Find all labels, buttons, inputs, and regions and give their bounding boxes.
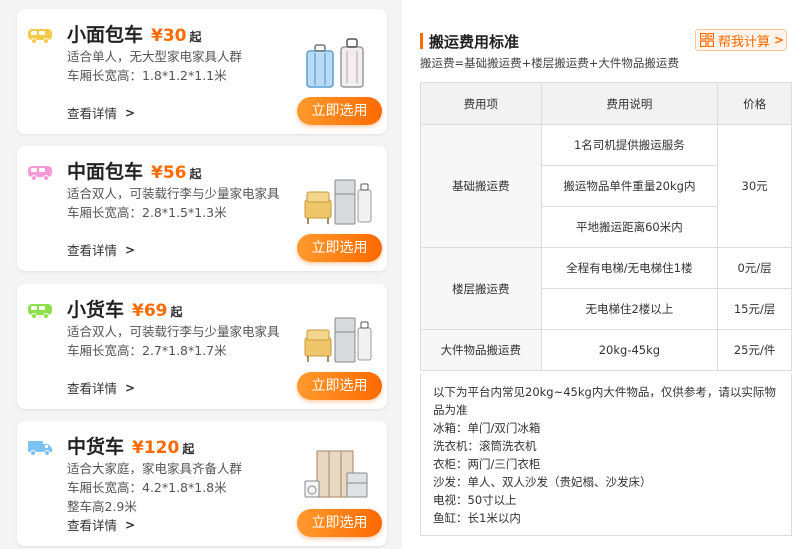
vehicle-description: 适合双人，可装载行李与少量家电家具 车厢长宽高：2.8*1.5*1.3米	[67, 184, 280, 222]
view-details-label: 查看详情	[67, 518, 118, 533]
small-van-icon	[28, 29, 52, 44]
floor-fee-desc: 全程有电梯/无电梯住1楼	[540, 247, 719, 289]
view-details-label: 查看详情	[67, 106, 118, 121]
vehicle-card-medium-van[interactable]: 中面包车 ¥56 起 适合双人，可装载行李与少量家电家具 车厢长宽高：2.8*1…	[17, 146, 387, 271]
floor-fee-desc: 无电梯住2楼以上	[540, 288, 719, 330]
furniture-appliances-icon	[304, 317, 372, 363]
table-row: 基础搬运费 1名司机提供搬运服务 30元	[420, 124, 792, 248]
select-now-button[interactable]: 立即选用	[297, 234, 382, 262]
table-row: 大件物品搬运费 20kg-45kg 25元/件	[420, 329, 792, 371]
vehicle-description: 适合双人，可装载行李与少量家电家具 车厢长宽高：2.7*1.8*1.7米	[67, 322, 280, 360]
vehicle-total-height: 整车高2.9米	[67, 499, 137, 514]
vehicle-description: 适合大家庭，家电家具齐备人群 车厢长宽高：4.2*1.8*1.8米 整车高2.9…	[67, 459, 242, 516]
view-details-link[interactable]: 查看详情 >	[67, 378, 135, 397]
basic-fee-price: 30元	[717, 124, 792, 248]
medium-van-icon	[28, 166, 52, 181]
basic-fee-item: 1名司机提供搬运服务	[540, 124, 719, 166]
medium-truck-icon	[28, 441, 52, 456]
section-accent-bar	[420, 33, 423, 49]
vehicle-dimensions: 车厢长宽高：2.8*1.5*1.3米	[67, 205, 227, 220]
floor-fee-price: 0元/层	[717, 247, 792, 289]
vehicle-name: 小面包车	[67, 24, 144, 46]
chevron-right-icon: >	[774, 33, 785, 47]
vehicle-card-small-truck[interactable]: 小货车 ¥69 起 适合双人，可装载行李与少量家电家具 车厢长宽高：2.7*1.…	[17, 284, 387, 409]
home-furnishings-icon	[304, 450, 368, 498]
small-truck-icon	[28, 304, 52, 319]
basic-fee-item: 平地搬运距离60米内	[540, 206, 719, 248]
vehicle-dimensions: 车厢长宽高：2.7*1.8*1.7米	[67, 343, 227, 358]
view-details-link[interactable]: 查看详情 >	[67, 103, 135, 122]
vehicle-suitability: 适合单人，无大型家电家具人群	[67, 49, 243, 64]
vehicle-title: 中面包车 ¥56 起	[67, 157, 202, 184]
basic-fee-item: 搬运物品单件重量20kg内	[540, 165, 719, 207]
vehicle-name: 小货车	[67, 299, 125, 321]
select-now-button[interactable]: 立即选用	[297, 97, 382, 125]
vehicle-card-small-van[interactable]: 小面包车 ¥30 起 适合单人，无大型家电家具人群 车厢长宽高：1.8*1.2*…	[17, 9, 387, 134]
view-details-label: 查看详情	[67, 381, 118, 396]
vehicle-suitability: 适合双人，可装载行李与少量家电家具	[67, 324, 280, 339]
large-items-notes: 以下为平台内常见20kg~45kg内大件物品，仅供参考，请以实际物品为准 冰箱：…	[420, 373, 792, 536]
vehicle-price: ¥120	[132, 438, 180, 458]
large-item-fee-label: 大件物品搬运费	[420, 329, 542, 371]
note-item: 沙发：单人、双人沙发（贵妃榻、沙发床）	[433, 475, 652, 489]
vehicle-suitability: 适合双人，可装载行李与少量家电家具	[67, 186, 280, 201]
select-now-button[interactable]: 立即选用	[297, 509, 382, 537]
price-suffix: 起	[170, 305, 183, 319]
select-now-button[interactable]: 立即选用	[297, 372, 382, 400]
table-row: 楼层搬运费 全程有电梯/无电梯住1楼 0元/层	[420, 247, 792, 330]
vehicle-card-medium-truck[interactable]: 中货车 ¥120 起 适合大家庭，家电家具齐备人群 车厢长宽高：4.2*1.8*…	[17, 421, 387, 546]
price-suffix: 起	[182, 442, 195, 456]
floor-fee-label: 楼层搬运费	[420, 247, 542, 330]
vehicle-name: 中货车	[67, 436, 125, 458]
help-me-calculate-label: 帮我计算	[718, 34, 771, 50]
vehicle-title: 小货车 ¥69 起	[67, 295, 183, 322]
furniture-appliances-icon	[304, 179, 372, 225]
notes-intro: 以下为平台内常见20kg~45kg内大件物品，仅供参考，请以实际物品为准	[433, 385, 776, 417]
note-item: 衣柜：两门/三门衣柜	[433, 457, 541, 471]
price-suffix: 起	[189, 30, 202, 44]
chevron-right-icon: >	[125, 517, 136, 532]
vehicle-name: 中面包车	[67, 161, 144, 183]
vehicle-price: ¥56	[151, 163, 187, 183]
large-item-fee-price: 25元/件	[717, 329, 792, 371]
large-item-fee-desc: 20kg-45kg	[540, 329, 719, 371]
fee-standard-panel: 搬运费用标准 帮我计算 > 搬运费=基础搬运费+楼层搬运费+大件物品搬运费 费用…	[405, 0, 805, 549]
chevron-right-icon: >	[125, 380, 136, 395]
help-me-calculate-button[interactable]: 帮我计算 >	[695, 29, 787, 51]
section-title: 搬运费用标准	[429, 33, 520, 51]
chevron-right-icon: >	[125, 105, 136, 120]
vehicle-price: ¥30	[151, 26, 187, 46]
luggage-icon	[306, 38, 364, 88]
vehicle-dimensions: 车厢长宽高：1.8*1.2*1.1米	[67, 68, 227, 83]
view-details-link[interactable]: 查看详情 >	[67, 240, 135, 259]
note-item: 冰箱：单门/双门冰箱	[433, 421, 541, 435]
note-item: 电视：50寸以上	[433, 493, 517, 507]
note-item: 鱼缸：长1米以内	[433, 511, 521, 525]
vehicle-list: 小面包车 ¥30 起 适合单人，无大型家电家具人群 车厢长宽高：1.8*1.2*…	[0, 0, 402, 549]
fee-table: 费用项 费用说明 价格 基础搬运费 1名司机提供搬运服务 30元 搬运物品单件重…	[420, 82, 792, 371]
vehicle-title: 中货车 ¥120 起	[67, 432, 194, 459]
floor-fee-price: 15元/层	[717, 288, 792, 330]
vehicle-price: ¥69	[132, 301, 168, 321]
table-header-row: 费用项 费用说明 价格	[420, 82, 792, 125]
vehicle-suitability: 适合大家庭，家电家具齐备人群	[67, 461, 243, 476]
view-details-link[interactable]: 查看详情 >	[67, 515, 135, 534]
vehicle-title: 小面包车 ¥30 起	[67, 20, 202, 47]
header-fee-description: 费用说明	[540, 82, 719, 125]
header-fee-item: 费用项	[420, 82, 542, 125]
fee-formula: 搬运费=基础搬运费+楼层搬运费+大件物品搬运费	[420, 56, 679, 70]
price-suffix: 起	[189, 167, 202, 181]
chevron-right-icon: >	[125, 242, 136, 257]
calculator-icon	[700, 33, 714, 47]
view-details-label: 查看详情	[67, 243, 118, 258]
basic-fee-label: 基础搬运费	[420, 124, 542, 248]
note-item: 洗衣机：滚筒洗衣机	[433, 439, 537, 453]
vehicle-description: 适合单人，无大型家电家具人群 车厢长宽高：1.8*1.2*1.1米	[67, 47, 242, 85]
vehicle-dimensions: 车厢长宽高：4.2*1.8*1.8米	[67, 480, 227, 495]
header-price: 价格	[717, 82, 792, 125]
